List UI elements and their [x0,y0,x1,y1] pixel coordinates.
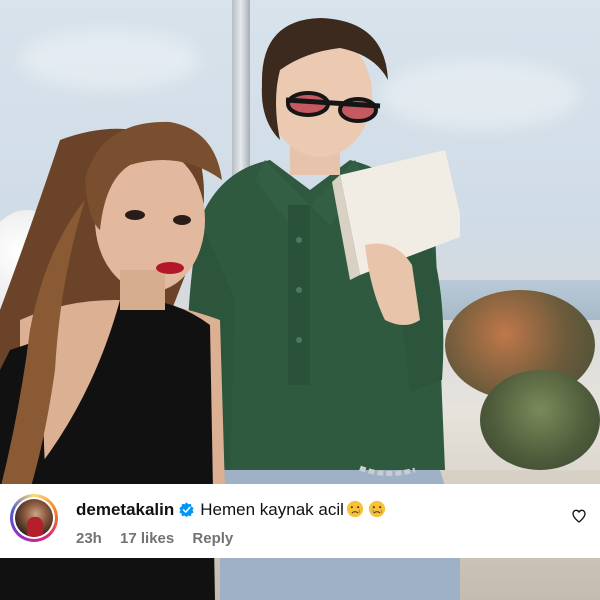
avatar[interactable] [10,494,58,542]
comment-meta: 23h 17 likes Reply [76,530,247,547]
sky-cloud [20,30,200,90]
comment-time: 23h [76,530,102,547]
comment-likes[interactable]: 17 likes [120,530,174,547]
reply-button[interactable]: Reply [192,530,233,547]
crying-face-emoji [346,500,363,518]
crying-face-emoji [368,500,385,518]
verified-badge-icon [179,502,194,517]
background-shrub [480,370,600,470]
heart-outline-icon[interactable] [571,508,587,524]
comment-username[interactable]: demetakalin [76,500,174,519]
comment-line: demetakalin Hemen kaynak acil [76,500,386,520]
avatar-photo [15,499,53,537]
comment-text: Hemen kaynak acil [200,500,344,519]
post-photo: demetakalin Hemen kaynak acil 23h 17 lik [0,0,600,600]
comment-card: demetakalin Hemen kaynak acil 23h 17 lik [0,484,600,558]
